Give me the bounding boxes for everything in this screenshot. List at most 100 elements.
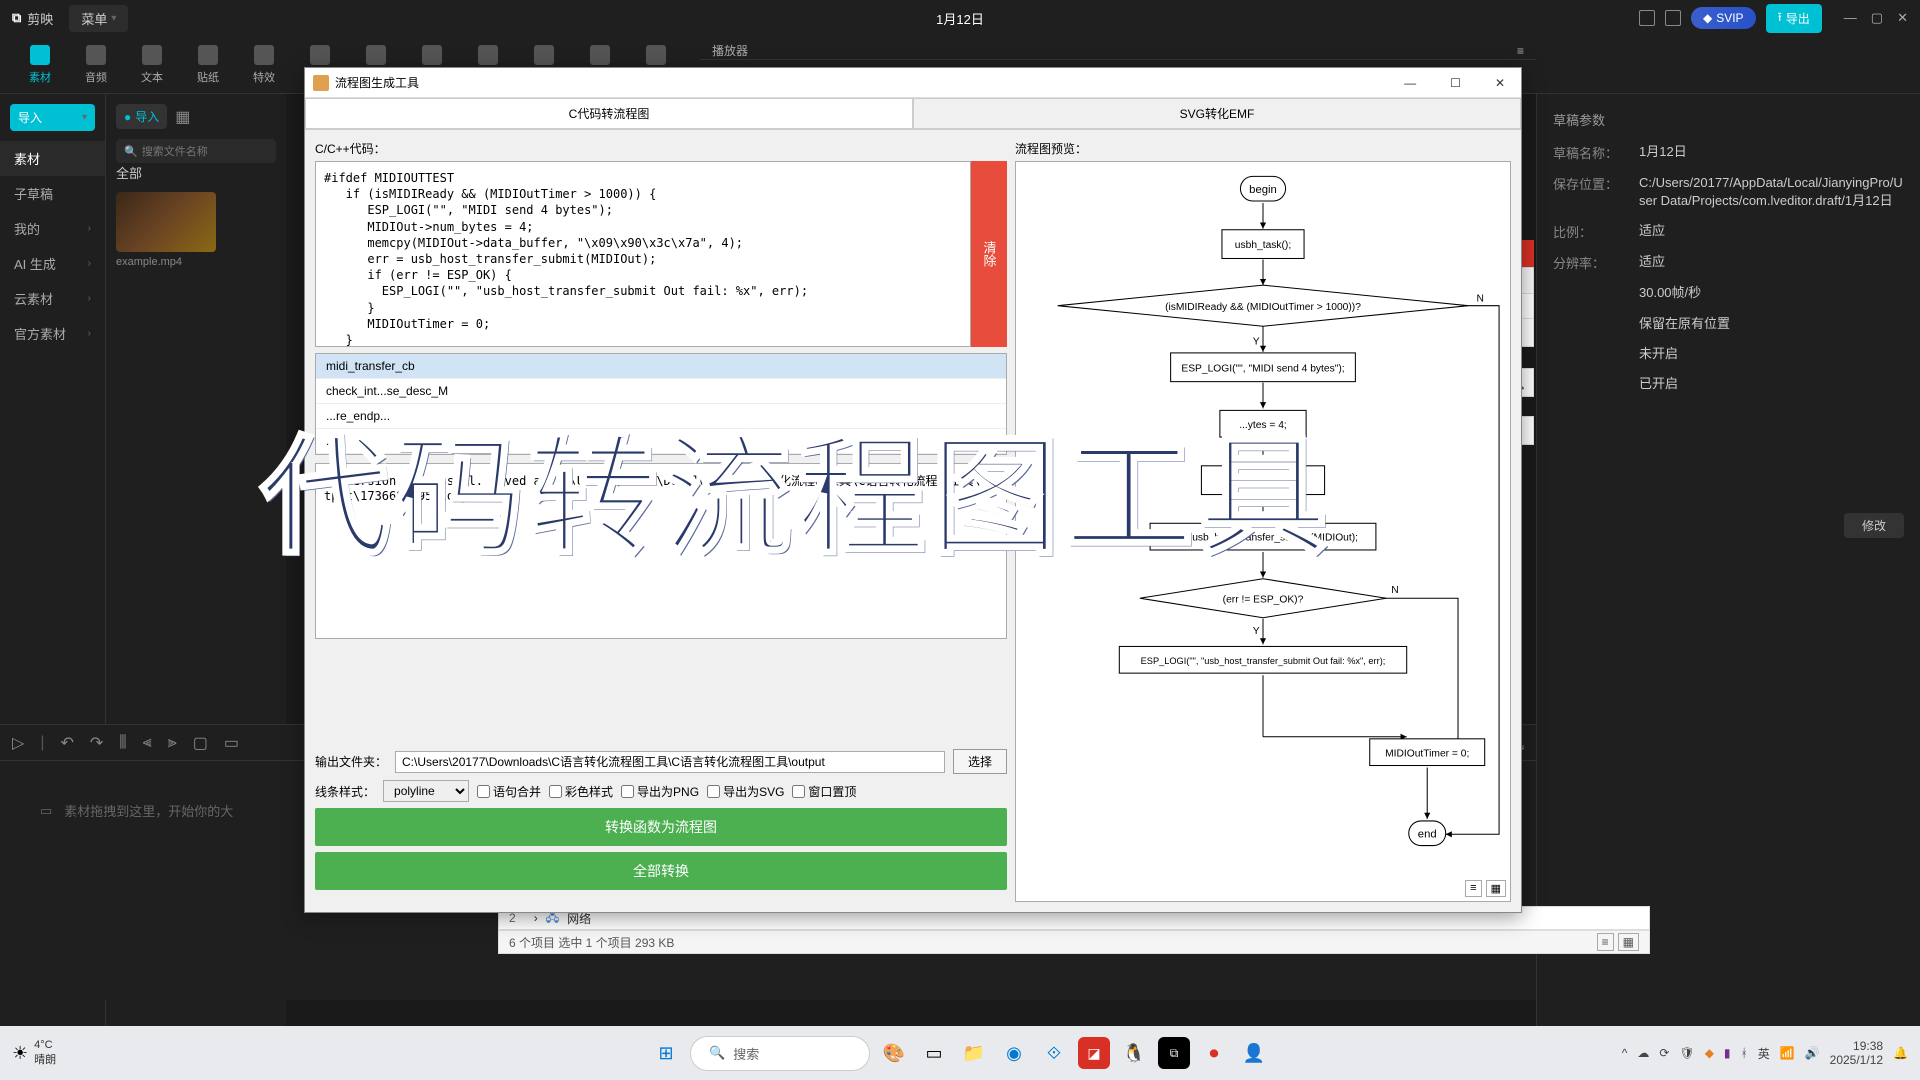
svg-text:ESP_LOGI("", "usb_host_transfe: ESP_LOGI("", "usb_host_transfer_submit O…	[1141, 656, 1386, 666]
maximize-button[interactable]: ▢	[1871, 10, 1883, 26]
layout-icon-2[interactable]	[1665, 10, 1681, 26]
tray-chevron[interactable]: ^	[1622, 1046, 1628, 1060]
cb-png[interactable]: 导出为PNG	[621, 783, 699, 800]
func-item-3[interactable]: ...p	[316, 429, 1006, 454]
tray-app[interactable]: ◆	[1705, 1046, 1714, 1060]
nav-cloud[interactable]: 云素材›	[0, 281, 105, 316]
player-menu-icon[interactable]: ≡	[1517, 44, 1524, 58]
select-dir-button[interactable]: 选择	[953, 749, 1007, 774]
tb-vscode[interactable]: ⟐	[1038, 1037, 1070, 1069]
cut-icon[interactable]: ⫼	[119, 734, 126, 752]
menu-button[interactable]: 菜单 ▾	[69, 5, 128, 32]
clear-button[interactable]: 清除	[971, 161, 1007, 347]
tool-audio[interactable]: 音频	[68, 36, 124, 93]
nav-draft[interactable]: 子草稿	[0, 176, 105, 211]
fw-maximize[interactable]: ☐	[1442, 74, 1469, 92]
media-thumbnail[interactable]	[116, 192, 216, 252]
tray-wifi[interactable]: 📶	[1780, 1046, 1795, 1060]
fw-close[interactable]: ✕	[1487, 74, 1513, 92]
notifications-icon[interactable]: 🔔	[1893, 1046, 1908, 1060]
prop-res-value[interactable]: 适应	[1639, 253, 1904, 271]
tab-code2flow[interactable]: C代码转流程图	[305, 98, 913, 129]
tray-security[interactable]: 🛡	[1679, 1046, 1694, 1060]
style-select[interactable]: polyline	[383, 780, 469, 802]
nav-mine[interactable]: 我的›	[0, 211, 105, 246]
nav-material[interactable]: 素材	[0, 141, 105, 176]
tab-svg2emf[interactable]: SVG转化EMF	[913, 98, 1521, 129]
taskbar-search[interactable]: 🔍 搜索	[690, 1036, 870, 1071]
minimize-button[interactable]: —	[1844, 10, 1857, 26]
media-search-input[interactable]: 🔍 搜索文件名称	[116, 139, 276, 163]
tb-edge[interactable]: ◉	[998, 1037, 1030, 1069]
cb-color[interactable]: 彩色样式	[549, 783, 613, 800]
import-button[interactable]: 导入▾	[10, 104, 95, 131]
start-button[interactable]: ⊞	[650, 1037, 682, 1069]
tb-app-red[interactable]: ◪	[1078, 1037, 1110, 1069]
split-right-icon[interactable]: ⫸	[168, 734, 177, 752]
view-list-icon[interactable]: ≡	[1597, 933, 1614, 951]
weather-icon[interactable]: ☀	[12, 1043, 28, 1064]
code-textarea[interactable]: #ifdef MIDIOUTTEST if (isMIDIReady && (M…	[315, 161, 971, 347]
tray-onedrive[interactable]: ☁	[1637, 1046, 1649, 1060]
export-label: 导出	[1786, 10, 1810, 27]
tb-app-1[interactable]: 🎨	[878, 1037, 910, 1069]
tool-material[interactable]: 素材	[12, 36, 68, 93]
timeline-hint: 素材拖拽到这里，开始你的大	[64, 801, 233, 820]
tool-effect[interactable]: 特效	[236, 36, 292, 93]
layout-icon-1[interactable]	[1639, 10, 1655, 26]
svg-text:Y: Y	[1253, 337, 1260, 348]
delete-icon[interactable]: ▭	[224, 733, 239, 753]
svg-text:...ytes = 4;: ...ytes = 4;	[1239, 420, 1287, 431]
tb-taskview[interactable]: ▭	[918, 1037, 950, 1069]
ime-indicator[interactable]: 英	[1758, 1045, 1770, 1062]
fw-minimize[interactable]: —	[1396, 74, 1424, 92]
outdir-input[interactable]	[395, 751, 945, 773]
tray-volume[interactable]: 🔊	[1805, 1046, 1820, 1060]
undo-icon[interactable]: ↶	[60, 733, 73, 753]
prop-open2: 已开启	[1639, 375, 1904, 393]
tb-qq[interactable]: 🐧	[1118, 1037, 1150, 1069]
convert-func-button[interactable]: 转换函数为流程图	[315, 808, 1007, 846]
preview-label: 流程图预览：	[1015, 140, 1511, 157]
tray-sync[interactable]: ⟳	[1659, 1046, 1669, 1060]
search-placeholder: 搜索文件名称	[142, 143, 208, 159]
func-item-2[interactable]: ...re_endp...	[316, 404, 1006, 429]
view-grid-icon[interactable]: ▦	[1618, 933, 1639, 951]
cb-merge[interactable]: 语句合并	[477, 783, 541, 800]
split-left-icon[interactable]: ⫷	[143, 734, 152, 752]
nav-official[interactable]: 官方素材›	[0, 316, 105, 351]
svg-text:MIDIOutTimer = 0;: MIDIOutTimer = 0;	[1385, 748, 1469, 759]
modify-button[interactable]: 修改	[1844, 513, 1904, 538]
tb-explorer[interactable]: 📁	[958, 1037, 990, 1069]
cursor-tool-icon[interactable]: ▷	[12, 733, 24, 753]
tb-record[interactable]: ⏺	[1198, 1037, 1230, 1069]
func-item-1[interactable]: check_int...se_desc_M	[316, 379, 1006, 404]
redo-icon[interactable]: ↷	[90, 733, 103, 753]
media-import-button[interactable]: ● 导入	[116, 104, 167, 129]
chevron-down-icon: ▾	[111, 13, 116, 24]
svip-badge[interactable]: ◆ SVIP	[1691, 7, 1756, 29]
tool-sticker[interactable]: 贴纸	[180, 36, 236, 93]
flowchart-title: 流程图生成工具	[335, 74, 419, 91]
export-button[interactable]: ⭱ 导出	[1766, 4, 1822, 33]
app-name: 剪映	[27, 9, 53, 28]
tray-note[interactable]: ▮	[1724, 1046, 1731, 1060]
tray-bluetooth[interactable]: ᚼ	[1741, 1046, 1748, 1060]
nav-ai[interactable]: AI 生成›	[0, 246, 105, 281]
prop-fps-value: 30.00帧/秒	[1639, 284, 1904, 302]
grid-icon[interactable]: ▦	[175, 107, 190, 127]
tool-text[interactable]: 文本	[124, 36, 180, 93]
tb-jianying[interactable]: ⧉	[1158, 1037, 1190, 1069]
prop-ratio-value[interactable]: 适应	[1639, 222, 1904, 240]
crop-icon[interactable]: ▢	[193, 733, 208, 753]
preview-grid-icon[interactable]: ▦	[1486, 880, 1506, 897]
cb-svg[interactable]: 导出为SVG	[707, 783, 784, 800]
func-item-0[interactable]: midi_transfer_cb	[316, 354, 1006, 379]
close-button[interactable]: ✕	[1897, 10, 1908, 26]
convert-all-button[interactable]: 全部转换	[315, 852, 1007, 890]
cb-topmost[interactable]: 窗口置顶	[792, 783, 856, 800]
function-list[interactable]: midi_transfer_cb check_int...se_desc_M .…	[315, 353, 1007, 455]
clock[interactable]: 19:38 2025/1/12	[1830, 1039, 1883, 1068]
tb-app-last[interactable]: 👤	[1238, 1037, 1270, 1069]
preview-list-icon[interactable]: ≡	[1465, 880, 1481, 897]
